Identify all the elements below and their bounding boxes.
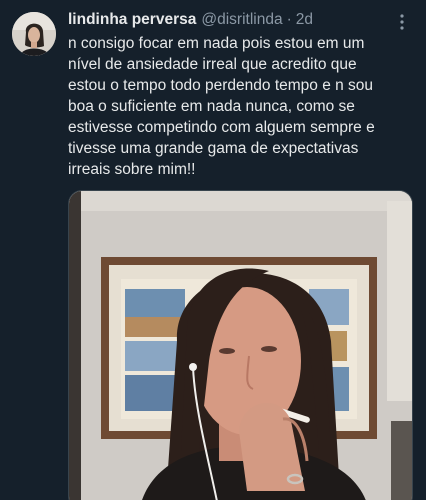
user-handle[interactable]: @disritlinda: [201, 9, 282, 31]
timestamp[interactable]: 2d: [296, 9, 313, 31]
avatar[interactable]: [12, 12, 56, 56]
tweet-media-photo[interactable]: [68, 190, 413, 500]
more-horizontal-icon[interactable]: [392, 12, 412, 32]
separator-dot: ·: [286, 11, 292, 28]
tweet-text: n consigo focar em nada pois estou em um…: [68, 35, 375, 178]
display-name[interactable]: lindinha perversa: [68, 9, 196, 31]
tweet-header: lindinha perversa @disritlinda · 2d: [68, 9, 386, 31]
tweet[interactable]: lindinha perversa @disritlinda · 2d n co…: [0, 0, 426, 500]
